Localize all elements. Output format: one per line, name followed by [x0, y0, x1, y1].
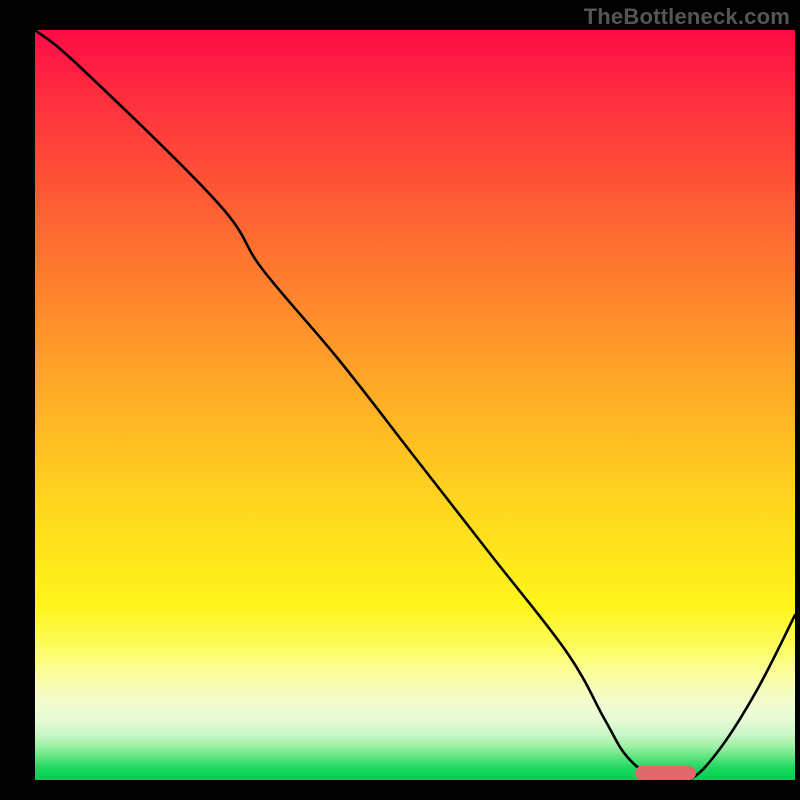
watermark-text: TheBottleneck.com — [584, 4, 790, 30]
chart-frame: TheBottleneck.com — [0, 0, 800, 800]
curve-path — [35, 30, 795, 780]
plot-area — [35, 30, 795, 780]
optimal-range-marker — [635, 766, 696, 780]
bottleneck-curve — [35, 30, 795, 780]
